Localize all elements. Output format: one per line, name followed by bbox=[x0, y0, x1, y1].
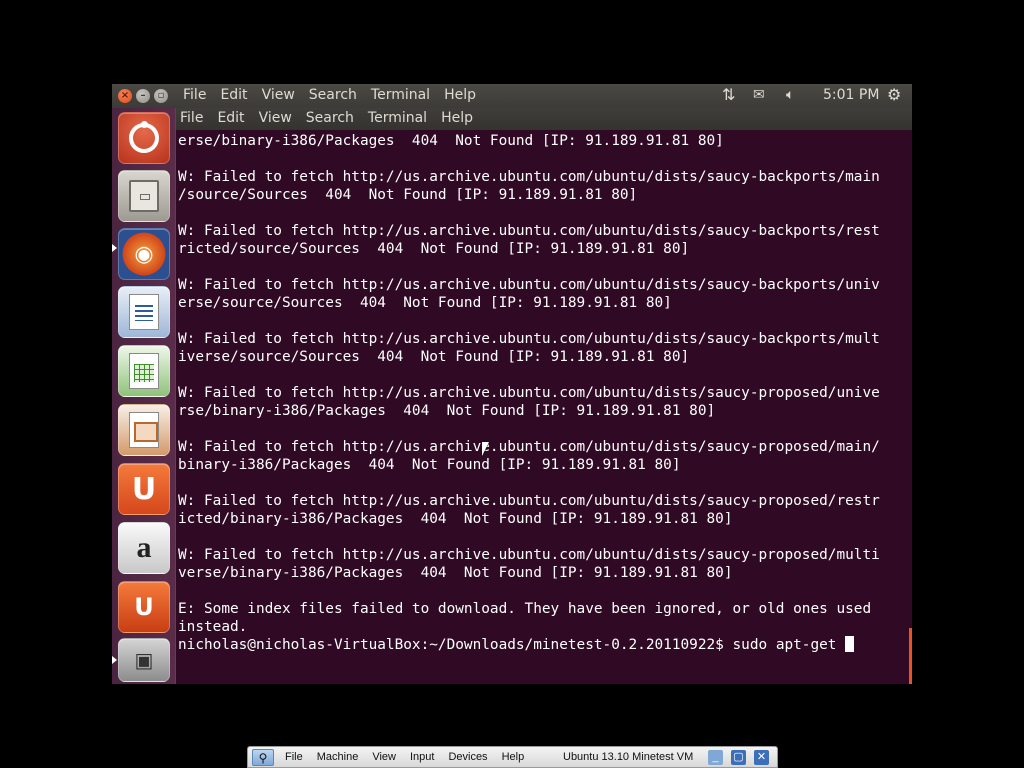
mouse-pointer-icon bbox=[482, 442, 489, 456]
vbox-menu-input[interactable]: Input bbox=[410, 751, 434, 763]
virtualbox-status-bar: ⚲ File Machine View Input Devices Help U… bbox=[247, 746, 778, 768]
terminal-output-line: W: Failed to fetch http://us.archive.ubu… bbox=[178, 169, 880, 185]
menu-edit[interactable]: Edit bbox=[220, 87, 247, 103]
close-icon[interactable]: ✕ bbox=[754, 750, 769, 765]
close-window-button[interactable]: × bbox=[118, 89, 132, 103]
terminal-output-line: W: Failed to fetch http://us.archive.ubu… bbox=[178, 385, 880, 401]
pin-icon[interactable]: ⚲ bbox=[252, 749, 274, 766]
terminal-output-line: verse/binary-i386/Packages 404 Not Found… bbox=[178, 565, 733, 581]
menu-view[interactable]: View bbox=[262, 87, 295, 103]
terminal-output-line: rse/binary-i386/Packages 404 Not Found [… bbox=[178, 403, 716, 419]
vm-screen: × – ▫ File Edit View Search Terminal Hel… bbox=[112, 84, 912, 684]
terminal-output-line: icted/binary-i386/Packages 404 Not Found… bbox=[178, 511, 733, 527]
launcher: ◉ U a U ▣ bbox=[112, 108, 176, 684]
vbox-menu-help[interactable]: Help bbox=[502, 751, 525, 763]
amazon-launcher-button[interactable]: a bbox=[118, 522, 170, 574]
vbox-menu-file[interactable]: File bbox=[285, 751, 303, 763]
volume-icon[interactable]: 🔈︎ bbox=[786, 87, 794, 103]
terminal-menu-help[interactable]: Help bbox=[441, 110, 473, 126]
writer-launcher-button[interactable] bbox=[118, 286, 170, 338]
menu-terminal[interactable]: Terminal bbox=[371, 87, 430, 103]
terminal-menu-file[interactable]: File bbox=[180, 110, 203, 126]
shell-prompt: nicholas@nicholas-VirtualBox:~/Downloads… bbox=[178, 637, 733, 653]
terminal-output-line: erse/binary-i386/Packages 404 Not Found … bbox=[178, 133, 724, 149]
terminal-menu-search[interactable]: Search bbox=[306, 110, 354, 126]
text-cursor bbox=[845, 636, 855, 652]
menu-file[interactable]: File bbox=[183, 87, 206, 103]
global-menu: File Edit View Search Terminal Help bbox=[183, 87, 476, 103]
dash-home-button[interactable] bbox=[118, 112, 170, 164]
file-cabinet-icon bbox=[129, 180, 159, 212]
terminal-output-line: erse/source/Sources 404 Not Found [IP: 9… bbox=[178, 295, 672, 311]
terminal-menu-terminal[interactable]: Terminal bbox=[368, 110, 427, 126]
calc-launcher-button[interactable] bbox=[118, 345, 170, 397]
terminal-output-line: E: Some index files failed to download. … bbox=[178, 601, 872, 617]
gear-icon[interactable]: ⚙ bbox=[887, 85, 901, 104]
software-center-launcher-button[interactable]: U bbox=[118, 581, 170, 633]
terminal-menu-bar: File Edit View Search Terminal Help bbox=[176, 108, 912, 130]
terminal-output[interactable]: erse/binary-i386/Packages 404 Not Found … bbox=[178, 130, 912, 684]
terminal-output-line: W: Failed to fetch http://us.archive.ubu… bbox=[178, 277, 880, 293]
terminal-output-line: W: Failed to fetch http://us.archive.ubu… bbox=[178, 331, 880, 347]
terminal-menu-edit[interactable]: Edit bbox=[217, 110, 244, 126]
network-arrows-icon[interactable]: ⇅ bbox=[722, 85, 735, 104]
impress-presentation-icon bbox=[129, 412, 159, 448]
top-panel: × – ▫ File Edit View Search Terminal Hel… bbox=[112, 84, 912, 108]
terminal-output-line: ricted/source/Sources 404 Not Found [IP:… bbox=[178, 241, 690, 257]
terminal-lines: erse/binary-i386/Packages 404 Not Found … bbox=[178, 132, 912, 636]
calc-spreadsheet-icon bbox=[129, 353, 159, 389]
vm-title: Ubuntu 13.10 Minetest VM bbox=[563, 751, 694, 763]
menu-search[interactable]: Search bbox=[309, 87, 357, 103]
firefox-launcher-button[interactable]: ◉ bbox=[118, 228, 170, 280]
impress-launcher-button[interactable] bbox=[118, 404, 170, 456]
terminal-output-line: W: Failed to fetch http://us.archive.ubu… bbox=[178, 547, 880, 563]
running-indicator-icon bbox=[112, 244, 117, 252]
ubuntu-one-launcher-button[interactable]: U bbox=[118, 463, 170, 515]
software-center-icon: U bbox=[134, 593, 154, 621]
virtualbox-launcher-button[interactable]: ▣ bbox=[118, 638, 170, 682]
terminal-output-line: W: Failed to fetch http://us.archive.ubu… bbox=[178, 493, 880, 509]
virtualbox-menu: File Machine View Input Devices Help bbox=[285, 751, 524, 763]
terminal-output-line: W: Failed to fetch http://us.archive.ubu… bbox=[178, 439, 880, 455]
terminal-output-line: W: Failed to fetch http://us.archive.ubu… bbox=[178, 223, 880, 239]
files-launcher-button[interactable] bbox=[118, 170, 170, 222]
menu-help[interactable]: Help bbox=[444, 87, 476, 103]
minimize-window-button[interactable]: – bbox=[136, 89, 150, 103]
minimize-icon[interactable]: _ bbox=[708, 750, 723, 765]
writer-document-icon bbox=[129, 294, 159, 330]
firefox-icon: ◉ bbox=[134, 241, 154, 267]
terminal-output-line: instead. bbox=[178, 619, 248, 635]
mail-icon[interactable]: ✉ bbox=[753, 87, 765, 103]
vbox-menu-devices[interactable]: Devices bbox=[448, 751, 487, 763]
virtualbox-icon: ▣ bbox=[134, 648, 154, 672]
terminal-menu: File Edit View Search Terminal Help bbox=[180, 110, 473, 126]
scrollbar-thumb[interactable] bbox=[909, 628, 912, 684]
terminal-prompt-line[interactable]: nicholas@nicholas-VirtualBox:~/Downloads… bbox=[178, 636, 912, 654]
ubuntu-one-icon: U bbox=[131, 471, 157, 507]
terminal-output-line: /source/Sources 404 Not Found [IP: 91.18… bbox=[178, 187, 638, 203]
maximize-window-button[interactable]: ▫ bbox=[154, 89, 168, 103]
running-indicator-icon bbox=[112, 656, 117, 664]
amazon-icon: a bbox=[136, 531, 152, 564]
vbox-menu-view[interactable]: View bbox=[372, 751, 396, 763]
terminal-output-line: binary-i386/Packages 404 Not Found [IP: … bbox=[178, 457, 681, 473]
terminal-menu-view[interactable]: View bbox=[259, 110, 292, 126]
ubuntu-logo-icon bbox=[129, 121, 159, 153]
terminal-output-line: iverse/source/Sources 404 Not Found [IP:… bbox=[178, 349, 690, 365]
restore-icon[interactable]: ▢ bbox=[731, 750, 746, 765]
vbox-menu-machine[interactable]: Machine bbox=[317, 751, 359, 763]
clock[interactable]: 5:01 PM bbox=[823, 87, 879, 103]
typed-command: sudo apt-get bbox=[732, 637, 846, 653]
